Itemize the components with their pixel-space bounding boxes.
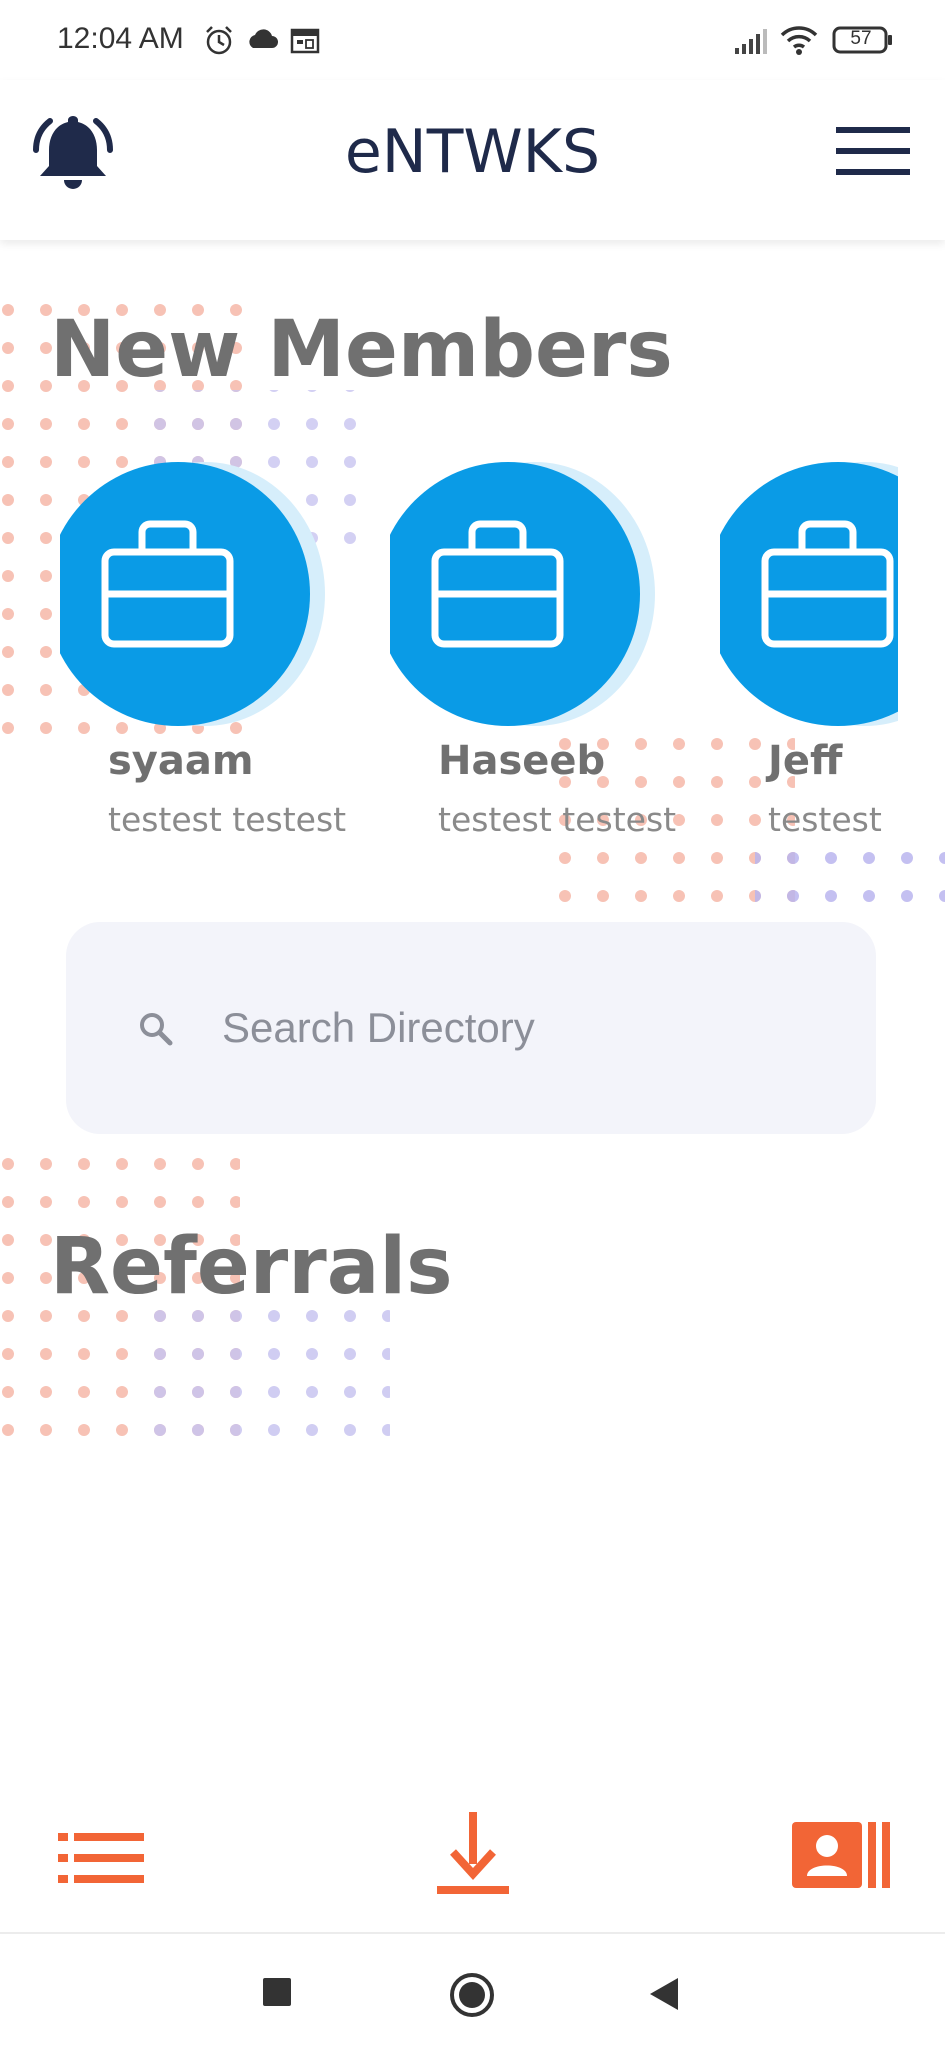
- bottom-nav: [0, 1790, 945, 1930]
- home-circle-icon[interactable]: [449, 1972, 495, 2018]
- hamburger-menu-icon[interactable]: [836, 125, 910, 177]
- system-nav-bar: [0, 1934, 945, 2048]
- member-subtitle: testest testest: [438, 800, 677, 839]
- battery-level: 57: [850, 28, 872, 49]
- members-carousel[interactable]: syaam testest testest Haseeb testest tes…: [60, 462, 898, 850]
- calendar-icon: [290, 28, 320, 54]
- status-bar: 12:04 AM 57: [0, 0, 945, 80]
- member-name: syaam: [108, 738, 254, 784]
- recents-square-icon[interactable]: [262, 1977, 292, 2007]
- status-time: 12:04 AM: [57, 22, 184, 55]
- contact-card-icon[interactable]: [792, 1822, 894, 1888]
- member-subtitle: testest: [768, 800, 882, 839]
- alarm-icon: [206, 26, 232, 55]
- battery-icon: 57: [832, 26, 892, 54]
- member-card[interactable]: Jeff testest: [720, 462, 898, 850]
- member-avatar: [390, 462, 655, 726]
- back-triangle-icon[interactable]: [648, 1976, 680, 2012]
- member-avatar: [60, 462, 325, 726]
- cellular-signal-icon: [735, 29, 767, 54]
- app-title: eNTWKS: [344, 117, 601, 187]
- member-subtitle: testest testest: [108, 800, 347, 839]
- search-icon: [140, 1013, 173, 1046]
- member-card[interactable]: syaam testest testest: [60, 462, 360, 850]
- member-avatar: [720, 462, 898, 726]
- wifi-icon: [780, 26, 818, 55]
- new-members-title: New Members: [50, 305, 673, 395]
- member-name: Jeff: [768, 738, 843, 784]
- list-icon[interactable]: [58, 1831, 146, 1885]
- cloud-icon: [249, 29, 278, 48]
- search-input[interactable]: [222, 998, 842, 1058]
- referrals-title: Referrals: [50, 1222, 453, 1312]
- download-icon[interactable]: [435, 1812, 511, 1896]
- member-card[interactable]: Haseeb testest testest: [390, 462, 690, 850]
- member-name: Haseeb: [438, 738, 606, 784]
